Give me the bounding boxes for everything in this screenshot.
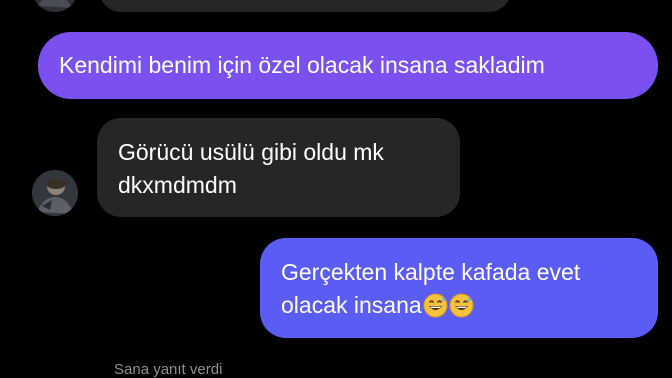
message-text-line-2: olacak insana	[281, 289, 658, 322]
message-bubble-incoming[interactable]: Görücü usülü gibi oldu mk dkxmdmdm	[97, 118, 460, 217]
message-bubble-outgoing[interactable]: Kendimi benim için özel olacak insana sa…	[38, 32, 658, 99]
contact-avatar-top[interactable]	[32, 0, 78, 12]
avatar-photo-icon	[32, 170, 78, 216]
avatar-photo-icon	[34, 0, 76, 12]
reply-indicator: Sana yanıt verdi	[114, 361, 223, 378]
message-bubble-incoming-cut[interactable]	[99, 0, 511, 12]
message-bubble-outgoing[interactable]: Gerçekten kalpte kafada evet olacak insa…	[260, 238, 658, 338]
grinning-face-with-sweat-icon	[423, 293, 448, 318]
grinning-face-with-sweat-icon	[449, 293, 474, 318]
message-text-line-2: dkxmdmdm	[118, 172, 237, 198]
message-text-line-2-text: olacak insana	[281, 292, 422, 318]
contact-avatar[interactable]	[32, 170, 78, 216]
message-text-line-1: Gerçekten kalpte kafada evet	[281, 259, 581, 285]
message-text-line-1: Görücü usülü gibi oldu mk	[118, 139, 384, 165]
message-text: Kendimi benim için özel olacak insana sa…	[59, 52, 545, 78]
